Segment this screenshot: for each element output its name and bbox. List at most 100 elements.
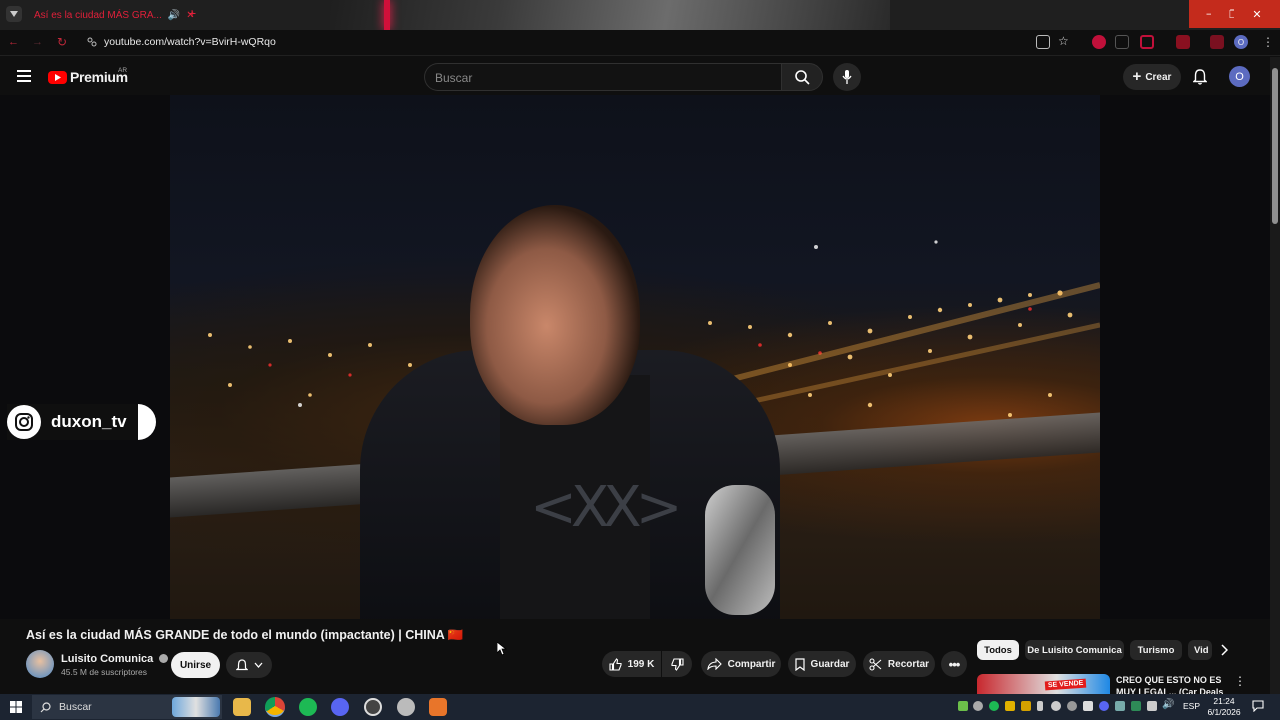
microphone-icon	[842, 70, 852, 84]
taskbar-search[interactable]: Buscar	[32, 695, 222, 719]
app-orange-icon[interactable]	[429, 698, 447, 716]
notifications-bell-icon[interactable]	[1193, 69, 1207, 85]
language-indicator[interactable]: ESP	[1183, 701, 1200, 711]
clock-time: 21:24	[1213, 696, 1235, 706]
more-actions-button[interactable]: •••	[941, 651, 967, 677]
app-shield-icon[interactable]	[397, 698, 415, 716]
recommended-title[interactable]: CREO QUE ESTO NO ES MUY LEGAL... (Car De…	[1116, 674, 1226, 694]
extension-icon-2[interactable]	[1115, 35, 1129, 49]
notifications-center-icon[interactable]	[1252, 700, 1264, 712]
dislike-button[interactable]	[662, 651, 692, 677]
tray-icon-8[interactable]	[1067, 701, 1077, 711]
scrollbar-thumb[interactable]	[1272, 68, 1278, 224]
clock-date: 6/1/2026	[1207, 707, 1241, 717]
file-explorer-icon[interactable]	[233, 698, 251, 716]
shirt-logo: <XX>	[530, 475, 683, 540]
thumbs-down-icon	[670, 657, 684, 671]
recommended-menu-icon[interactable]: ⋮	[1234, 674, 1246, 688]
scissors-icon	[869, 657, 882, 671]
create-button[interactable]: + Crear	[1123, 64, 1181, 90]
tab-bar-decoration	[330, 0, 890, 30]
browser-tab[interactable]: Así es la ciudad MÁS GRA... 🔊 ✕	[28, 4, 195, 26]
search-icon	[794, 69, 810, 85]
tray-icon-4[interactable]	[1005, 701, 1015, 711]
chip-channel[interactable]: De Luisito Comunica	[1025, 640, 1124, 660]
reload-icon[interactable]: ↻	[57, 35, 67, 49]
extension-icon-3[interactable]	[1140, 35, 1154, 49]
chip-todos[interactable]: Todos	[977, 640, 1019, 660]
bookmark-star-icon[interactable]: ☆	[1058, 34, 1069, 48]
search-input[interactable]: Buscar	[424, 63, 782, 91]
chip-videos[interactable]: Vid	[1188, 640, 1212, 660]
save-button[interactable]: Guardar	[788, 651, 856, 677]
thumbs-up-icon	[609, 657, 622, 671]
profile-avatar[interactable]: O	[1234, 35, 1248, 49]
instagram-overlay: duxon_tv	[7, 404, 153, 440]
close-window-button[interactable]: ✕	[1234, 0, 1280, 28]
windows-start-icon[interactable]	[10, 701, 22, 713]
hamburger-menu-icon[interactable]	[17, 70, 31, 82]
subscription-bell-button[interactable]	[226, 652, 272, 678]
share-icon	[706, 658, 722, 670]
thumbnail-badge: SE VENDE	[1044, 678, 1087, 691]
url-field[interactable]: youtube.com/watch?v=BvirH-wQRqo	[104, 36, 276, 48]
video-frame: <XX>	[170, 95, 1100, 619]
install-app-icon[interactable]	[1036, 35, 1050, 49]
chip-turismo[interactable]: Turismo	[1130, 640, 1182, 660]
tab-search-icon[interactable]	[6, 6, 22, 22]
chrome-icon[interactable]	[265, 697, 285, 717]
join-button[interactable]: Unirse	[171, 652, 220, 678]
extension-icon-4[interactable]	[1176, 35, 1190, 49]
channel-name-text: Luisito Comunica	[61, 653, 154, 665]
bookmark-icon	[794, 657, 805, 671]
search-button[interactable]	[781, 63, 823, 91]
tray-icon-9[interactable]	[1083, 701, 1093, 711]
tray-spotify-icon[interactable]	[989, 701, 999, 711]
create-label: Crear	[1145, 71, 1172, 83]
share-button[interactable]: Compartir	[701, 651, 781, 677]
new-tab-icon[interactable]: +	[188, 6, 202, 20]
clip-label: Recortar	[887, 658, 930, 670]
youtube-premium-logo[interactable]: Premium	[48, 69, 128, 85]
volume-icon[interactable]: 🔊	[1162, 699, 1174, 710]
taskbar-clock[interactable]: 21:24 6/1/2026	[1204, 696, 1244, 718]
video-title: Así es la ciudad MÁS GRANDE de todo el m…	[26, 628, 464, 642]
subscriber-count: 45.5 M de suscriptores	[61, 667, 147, 677]
channel-avatar[interactable]	[26, 650, 54, 678]
spotify-icon[interactable]	[299, 698, 317, 716]
voice-search-button[interactable]	[833, 63, 861, 91]
silver-sleeve	[705, 485, 775, 615]
instagram-icon	[7, 405, 41, 439]
forward-icon[interactable]: →	[32, 36, 43, 48]
verified-icon	[159, 654, 169, 663]
video-player[interactable]: <XX>	[0, 95, 1270, 619]
network-icon[interactable]	[1147, 701, 1157, 711]
search-highlight-image	[172, 697, 220, 717]
headphones-icon[interactable]	[973, 701, 983, 711]
extension-icon-5[interactable]	[1210, 35, 1224, 49]
instagram-handle: duxon_tv	[51, 412, 127, 431]
tray-icon-1[interactable]	[958, 701, 968, 711]
browser-menu-icon[interactable]: ⋮	[1262, 35, 1274, 49]
tray-icon-5[interactable]	[1021, 701, 1031, 711]
tray-icon-11[interactable]	[1115, 701, 1125, 711]
discord-icon[interactable]	[331, 698, 349, 716]
clip-button[interactable]: Recortar	[863, 651, 935, 677]
tray-icon-7[interactable]	[1051, 701, 1061, 711]
microphone-tray-icon[interactable]	[1037, 701, 1043, 711]
recommended-thumbnail[interactable]: SE VENDE	[977, 674, 1110, 694]
bell-icon	[235, 658, 248, 670]
tray-icon-10[interactable]	[1099, 701, 1109, 711]
share-label: Compartir	[727, 658, 776, 670]
obs-icon[interactable]	[364, 698, 382, 716]
channel-name[interactable]: Luisito Comunica	[61, 653, 169, 665]
speaker-icon[interactable]: 🔊	[168, 10, 180, 21]
tray-icon-12[interactable]	[1131, 701, 1141, 711]
site-info-icon[interactable]	[86, 36, 98, 48]
tab-title: Así es la ciudad MÁS GRA...	[34, 9, 162, 21]
user-avatar[interactable]: O	[1229, 66, 1250, 87]
like-button[interactable]: 199 K	[602, 651, 661, 677]
back-icon[interactable]: ←	[8, 36, 19, 48]
extension-icon[interactable]	[1092, 35, 1106, 49]
chips-next-icon[interactable]	[1220, 644, 1228, 656]
